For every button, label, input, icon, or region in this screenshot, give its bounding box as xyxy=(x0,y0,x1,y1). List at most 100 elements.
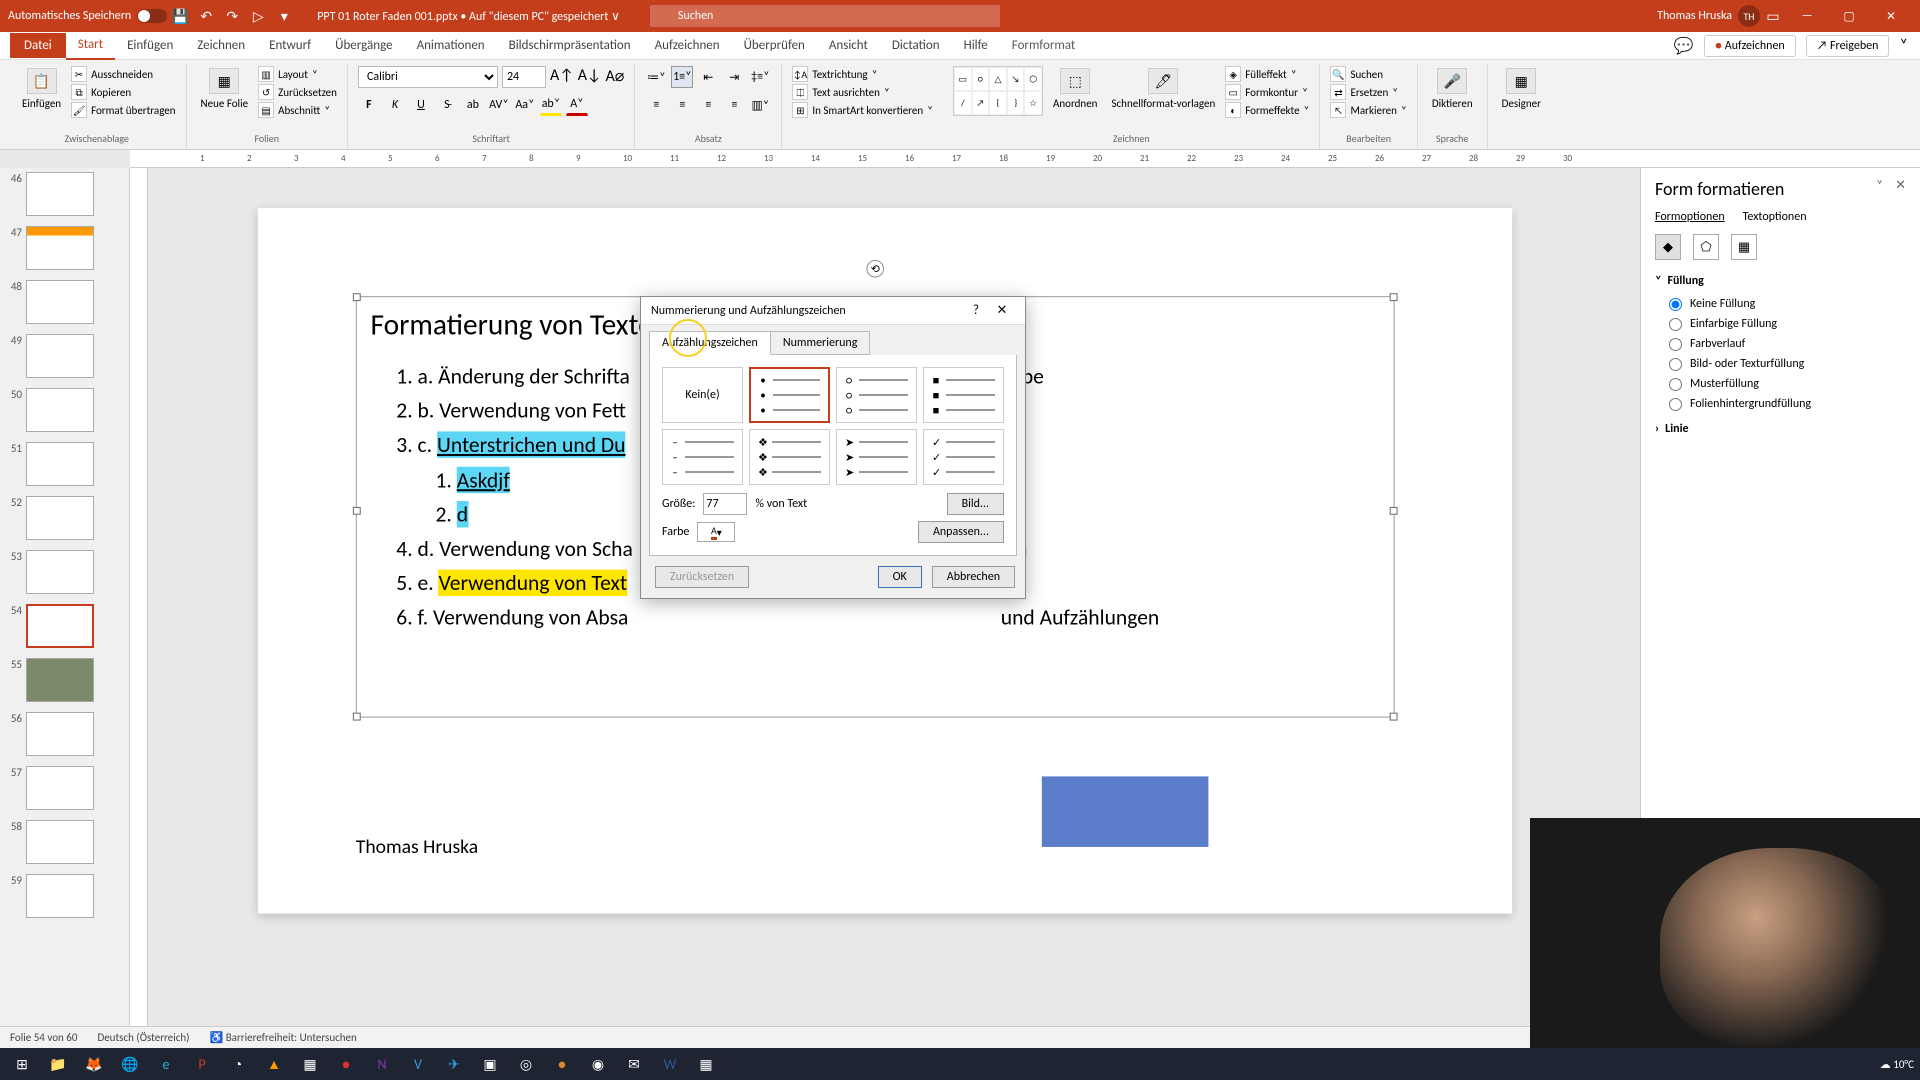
strikethrough-button[interactable]: S̶ xyxy=(436,94,458,116)
bullets-button[interactable]: ≔˅ xyxy=(645,66,667,88)
pane-dropdown-icon[interactable]: ˅ xyxy=(1876,178,1883,193)
app-icon-2[interactable]: ▲ xyxy=(258,1050,290,1078)
clear-format-icon[interactable]: A⌀ xyxy=(605,66,624,88)
word-icon[interactable]: W xyxy=(654,1050,686,1078)
shape-fill-button[interactable]: ◈Fülleffekt˅ xyxy=(1225,66,1309,82)
numbering-button[interactable]: 1≡˅ xyxy=(671,66,693,88)
qat-dropdown-icon[interactable]: ▾ xyxy=(273,5,295,27)
text-direction-button[interactable]: ↕ATextrichtung˅ xyxy=(792,66,933,82)
align-center-button[interactable]: ≡ xyxy=(671,94,693,116)
size-pane-icon[interactable]: ▦ xyxy=(1731,234,1757,260)
comments-icon[interactable]: 💬 xyxy=(1674,36,1694,56)
slide-thumbnails[interactable]: 46 47 48 49 50 51 52 53 54 55 56 57 58 5… xyxy=(0,168,130,1058)
redo-icon[interactable]: ↷ xyxy=(221,5,243,27)
close-icon[interactable]: ✕ xyxy=(1870,0,1912,32)
tab-insert[interactable]: Einfügen xyxy=(115,32,185,59)
undo-icon[interactable]: ↶ xyxy=(195,5,217,27)
case-button[interactable]: Aa˅ xyxy=(514,94,536,116)
replace-button[interactable]: ⇄Ersetzen˅ xyxy=(1330,84,1406,100)
cut-button[interactable]: ✂Ausschneiden xyxy=(71,66,175,82)
shadow-button[interactable]: ab xyxy=(462,94,484,116)
font-size-input[interactable] xyxy=(502,66,546,88)
thumb-50[interactable] xyxy=(26,388,94,432)
tab-file[interactable]: Datei xyxy=(10,33,66,58)
increase-font-icon[interactable]: A↑ xyxy=(550,66,574,88)
pane-tab-text[interactable]: Textoptionen xyxy=(1743,210,1807,224)
fill-pattern-option[interactable]: Musterfüllung xyxy=(1655,374,1906,394)
tab-draw[interactable]: Zeichnen xyxy=(185,32,257,59)
align-right-button[interactable]: ≡ xyxy=(697,94,719,116)
section-line[interactable]: › Linie xyxy=(1655,422,1906,436)
firefox-icon[interactable]: 🦊 xyxy=(78,1050,110,1078)
app-icon-9[interactable]: ✉ xyxy=(618,1050,650,1078)
tab-design[interactable]: Entwurf xyxy=(257,32,323,59)
ok-button[interactable]: OK xyxy=(878,566,922,588)
dialog-close-icon[interactable]: ✕ xyxy=(989,303,1015,318)
bullet-disc[interactable]: ••• xyxy=(749,367,830,423)
tab-slideshow[interactable]: Bildschirmpräsentation xyxy=(497,32,643,59)
user-account[interactable]: Thomas Hruska TH xyxy=(1657,5,1760,27)
author-text[interactable]: Thomas Hruska xyxy=(356,835,478,859)
highlight-button[interactable]: ab˅ xyxy=(540,94,562,116)
customize-button[interactable]: Anpassen... xyxy=(918,521,1004,543)
fill-picture-option[interactable]: Bild- oder Texturfüllung xyxy=(1655,354,1906,374)
app-icon-6[interactable]: ◎ xyxy=(510,1050,542,1078)
new-slide-button[interactable]: ▦ Neue Folie xyxy=(197,66,253,112)
bullet-square[interactable]: ■■■ xyxy=(923,367,1004,423)
tab-view[interactable]: Ansicht xyxy=(817,32,880,59)
fill-gradient-option[interactable]: Farbverlauf xyxy=(1655,334,1906,354)
indent-decrease-button[interactable]: ⇤ xyxy=(697,66,719,88)
tab-transitions[interactable]: Übergänge xyxy=(323,32,404,59)
language-status[interactable]: Deutsch (Österreich) xyxy=(97,1031,189,1044)
bullet-diamond[interactable]: ❖❖❖ xyxy=(749,429,830,485)
section-button[interactable]: ▤Abschnitt˅ xyxy=(258,102,337,118)
accessibility-status[interactable]: ♿ Barrierefreiheit: Untersuchen xyxy=(210,1031,357,1044)
slide-counter[interactable]: Folie 54 von 60 xyxy=(10,1031,77,1044)
fill-solid-option[interactable]: Einfarbige Füllung xyxy=(1655,314,1906,334)
thumb-55[interactable] xyxy=(26,658,94,702)
italic-button[interactable]: K xyxy=(384,94,406,116)
fill-slidebg-option[interactable]: Folienhintergrundfüllung xyxy=(1655,394,1906,414)
minimize-icon[interactable]: — xyxy=(1786,0,1828,32)
onenote-icon[interactable]: N xyxy=(366,1050,398,1078)
cancel-button[interactable]: Abbrechen xyxy=(932,566,1015,588)
telegram-icon[interactable]: ✈ xyxy=(438,1050,470,1078)
underline-button[interactable]: U xyxy=(410,94,432,116)
layout-button[interactable]: ▥Layout˅ xyxy=(258,66,337,82)
tab-record[interactable]: Aufzeichnen xyxy=(643,32,732,59)
fill-line-icon[interactable]: ◆ xyxy=(1655,234,1681,260)
select-button[interactable]: ↖Markieren˅ xyxy=(1330,102,1406,118)
align-text-button[interactable]: ⎅Text ausrichten˅ xyxy=(792,84,933,100)
thumb-52[interactable] xyxy=(26,496,94,540)
fill-none-option[interactable]: Keine Füllung xyxy=(1655,294,1906,314)
picture-button[interactable]: Bild... xyxy=(947,493,1004,515)
explorer-icon[interactable]: 📁 xyxy=(42,1050,74,1078)
autosave-toggle[interactable]: Automatisches Speichern xyxy=(8,9,167,23)
size-input[interactable] xyxy=(703,493,747,515)
shape-effects-button[interactable]: ◐Formeffekte˅ xyxy=(1225,102,1309,118)
app-icon-3[interactable]: ▦ xyxy=(294,1050,326,1078)
system-tray[interactable]: ☁ 10°C xyxy=(1880,1058,1914,1071)
slide-canvas[interactable]: ⟲ Formatierung von Texten: a. Änderung d… xyxy=(130,168,1640,1058)
decrease-font-icon[interactable]: A↓ xyxy=(578,66,602,88)
app-icon-1[interactable]: ◔ xyxy=(222,1050,254,1078)
bullet-circle[interactable]: ○○○ xyxy=(836,367,917,423)
indent-increase-button[interactable]: ⇥ xyxy=(723,66,745,88)
dictate-button[interactable]: 🎤Diktieren xyxy=(1428,66,1477,112)
thumb-54[interactable] xyxy=(26,604,94,648)
maximize-icon[interactable]: ▢ xyxy=(1828,0,1870,32)
bullet-none[interactable]: Kein(e) xyxy=(662,367,743,423)
thumb-48[interactable] xyxy=(26,280,94,324)
smartart-button[interactable]: ⊞In SmartArt konvertieren˅ xyxy=(792,102,933,118)
collapse-ribbon-icon[interactable]: ˅ xyxy=(1899,36,1908,55)
font-color-button[interactable]: A˅ xyxy=(566,94,588,116)
thumb-46[interactable] xyxy=(26,172,94,216)
blue-rectangle[interactable] xyxy=(1042,776,1209,847)
copy-button[interactable]: ⧉Kopieren xyxy=(71,84,175,100)
ribbon-display-icon[interactable]: ▭ xyxy=(1762,5,1784,27)
designer-button[interactable]: ▦Designer xyxy=(1498,66,1545,112)
quick-styles-button[interactable]: 🖊Schnellformat-vorlagen xyxy=(1107,66,1219,112)
edge-icon[interactable]: e xyxy=(150,1050,182,1078)
search-input[interactable] xyxy=(650,5,1000,27)
thumb-58[interactable] xyxy=(26,820,94,864)
